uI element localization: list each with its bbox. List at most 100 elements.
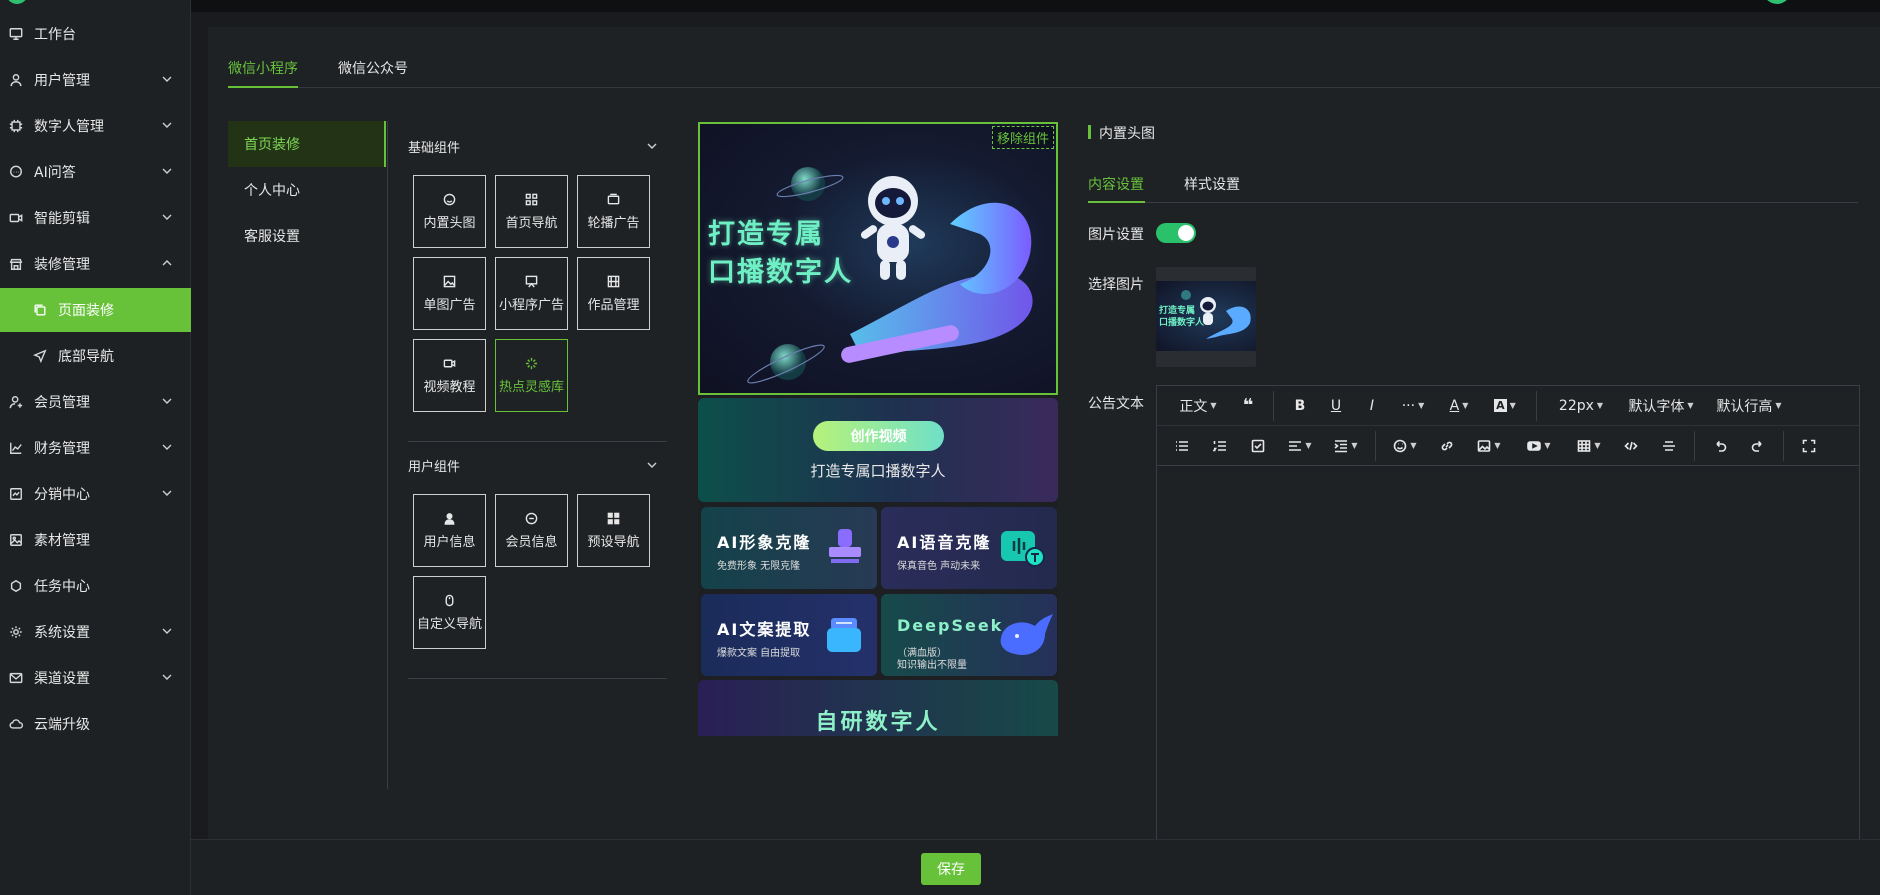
component-custom-nav[interactable]: 自定义导航 [413, 576, 486, 649]
font-family-select[interactable]: 默认字体 ▼ [1617, 391, 1705, 421]
sidebar-item-label: AI问答 [34, 165, 76, 181]
undo-icon [1716, 440, 1727, 452]
chevron-down-icon [161, 119, 173, 131]
rich-text-editor[interactable]: 正文 ▼ ❝ B U I ··· ▼ A ▼ A ▼ 22px ▼ 默认字体 ▼ 默认行高 ▼… [1156, 385, 1860, 845]
undo-button[interactable] [1701, 431, 1739, 461]
sidebar-item-label: 智能剪辑 [34, 211, 90, 227]
bold-button[interactable]: B [1282, 391, 1318, 421]
phone-preview: 打造专属 口播数字人 移除组件 创作视频 打造专属口播数字人 AI形象克隆 免费… [698, 122, 1058, 736]
nav-home-decoration[interactable]: 首页装修 [228, 121, 386, 167]
sidebar-item-system[interactable]: 系统设置 [0, 610, 191, 654]
font-size-select[interactable]: 22px ▼ [1545, 391, 1617, 421]
font-color-button[interactable]: A ▼ [1436, 391, 1482, 421]
divider-button[interactable] [1650, 431, 1688, 461]
tab-content-settings[interactable]: 内容设置 [1088, 174, 1144, 194]
card-ai-voice-clone[interactable]: AI语音克隆 保真音色 声动未来 [881, 507, 1057, 589]
component-preset-nav[interactable]: 预设导航 [577, 494, 650, 567]
share-icon [8, 486, 24, 502]
component-home-nav[interactable]: 首页导航 [495, 175, 568, 248]
component-works-management[interactable]: 作品管理 [577, 257, 650, 330]
sidebar-item-cloud-upgrade[interactable]: 云端升级 [0, 702, 191, 746]
editor-content-area[interactable] [1157, 467, 1859, 844]
sidebar-item-channels[interactable]: 渠道设置 [0, 656, 191, 700]
heading-select[interactable]: 正文 ▼ [1165, 391, 1231, 421]
sidebar-item-bottom-nav[interactable]: 底部导航 [0, 334, 191, 378]
more-styles-button[interactable]: ··· ▼ [1390, 391, 1436, 421]
sidebar-item-label: 数字人管理 [34, 119, 104, 135]
line-height-select[interactable]: 默认行高 ▼ [1705, 391, 1793, 421]
sidebar-item-ai-qa[interactable]: AI问答 [0, 150, 191, 194]
component-video-tutorial[interactable]: 视频教程 [413, 339, 486, 412]
card-title: AI文案提取 [717, 620, 812, 639]
sidebar-item-materials[interactable]: 素材管理 [0, 518, 191, 562]
bullet-list-button[interactable] [1163, 431, 1201, 461]
film-icon [607, 274, 621, 288]
component-label: 自定义导航 [416, 617, 482, 632]
code-button[interactable] [1612, 431, 1650, 461]
align-button[interactable]: ▼ [1277, 431, 1323, 461]
fullscreen-button[interactable] [1790, 431, 1828, 461]
component-miniprogram-ad[interactable]: 小程序广告 [495, 257, 568, 330]
card-deepseek[interactable]: DeepSeek （满血版） 知识输出不限量 [881, 594, 1057, 676]
grid-icon [607, 511, 621, 525]
editor-toolbar-row-1: 正文 ▼ ❝ B U I ··· ▼ A ▼ A ▼ 22px ▼ 默认字体 ▼ 默认行高 ▼ [1157, 386, 1859, 426]
numbered-list-button[interactable] [1201, 431, 1239, 461]
self-developed-banner[interactable]: 自研数字人 [698, 680, 1058, 736]
indent-button[interactable]: ▼ [1323, 431, 1369, 461]
link-button[interactable] [1428, 431, 1466, 461]
tab-wechat-official[interactable]: 微信公众号 [338, 58, 408, 78]
card-ai-avatar-clone[interactable]: AI形象克隆 免费形象 无限克隆 [701, 507, 877, 589]
chevron-down-icon[interactable] [646, 459, 658, 471]
save-button[interactable]: 保存 [921, 853, 981, 885]
sidebar-item-tasks[interactable]: 任务中心 [0, 564, 191, 608]
insert-image-button[interactable]: ▼ [1466, 431, 1512, 461]
sidebar-item-members[interactable]: 会员管理 [0, 380, 191, 424]
nav-personal-center[interactable]: 个人中心 [228, 167, 386, 213]
emoji-button[interactable]: ▼ [1382, 431, 1428, 461]
table-icon [1578, 439, 1591, 452]
sidebar-item-users[interactable]: 用户管理 [0, 58, 191, 102]
component-hot-inspiration[interactable]: 热点灵感库 [495, 339, 568, 412]
component-carousel-ad[interactable]: 轮播广告 [577, 175, 650, 248]
quote-button[interactable]: ❝ [1231, 391, 1265, 421]
italic-button[interactable]: I [1354, 391, 1390, 421]
sidebar-item-workbench[interactable]: 工作台 [0, 12, 191, 56]
redo-button[interactable] [1739, 431, 1777, 461]
image-picker[interactable]: 打造专属 口播数字人 [1156, 267, 1256, 367]
todo-button[interactable] [1239, 431, 1277, 461]
component-label: 单图广告 [423, 298, 476, 313]
tab-wechat-miniprogram[interactable]: 微信小程序 [228, 58, 298, 78]
underline-button[interactable]: U [1318, 391, 1354, 421]
chevron-down-icon [161, 395, 173, 407]
component-user-info[interactable]: 用户信息 [413, 494, 486, 567]
card-ai-copy-extract[interactable]: AI文案提取 爆款文案 自由提取 [701, 594, 877, 676]
sidebar-item-smart-edit[interactable]: 智能剪辑 [0, 196, 191, 240]
sidebar-item-digital-human[interactable]: 数字人管理 [0, 104, 191, 148]
background-color-button[interactable]: A ▼ [1482, 391, 1528, 421]
sidebar: 工作台 用户管理 数字人管理 AI问答 智能剪辑 装修管理 页面装修 底部导航 … [0, 0, 191, 895]
numbered-list-icon [1213, 440, 1226, 451]
image-setting-toggle[interactable] [1156, 223, 1196, 243]
chevron-down-icon[interactable] [646, 140, 658, 152]
insert-video-button[interactable]: ▼ [1512, 431, 1566, 461]
remove-component-button[interactable]: 移除组件 [991, 126, 1054, 149]
carousel-icon [607, 192, 621, 206]
sidebar-item-page-decoration[interactable]: 页面装修 [0, 288, 191, 332]
component-label: 会员信息 [505, 535, 558, 550]
user-icon [8, 72, 24, 88]
sidebar-item-decoration[interactable]: 装修管理 [0, 242, 191, 286]
toolbar-separator [1783, 430, 1784, 461]
component-member-info[interactable]: 会员信息 [495, 494, 568, 567]
store-icon [8, 256, 24, 272]
component-builtin-header[interactable]: 内置头图 [413, 175, 486, 248]
heading-value: 正文 [1179, 398, 1208, 415]
line-height-value: 默认行高 [1716, 398, 1773, 415]
tab-style-settings[interactable]: 样式设置 [1184, 174, 1240, 194]
component-single-image-ad[interactable]: 单图广告 [413, 257, 486, 330]
hero-image[interactable]: 打造专属 口播数字人 移除组件 [698, 122, 1058, 395]
insert-table-button[interactable]: ▼ [1566, 431, 1612, 461]
sidebar-item-distribution[interactable]: 分销中心 [0, 472, 191, 516]
create-video-button[interactable]: 创作视频 [813, 421, 944, 451]
sidebar-item-finance[interactable]: 财务管理 [0, 426, 191, 470]
nav-service-settings[interactable]: 客服设置 [228, 213, 386, 259]
